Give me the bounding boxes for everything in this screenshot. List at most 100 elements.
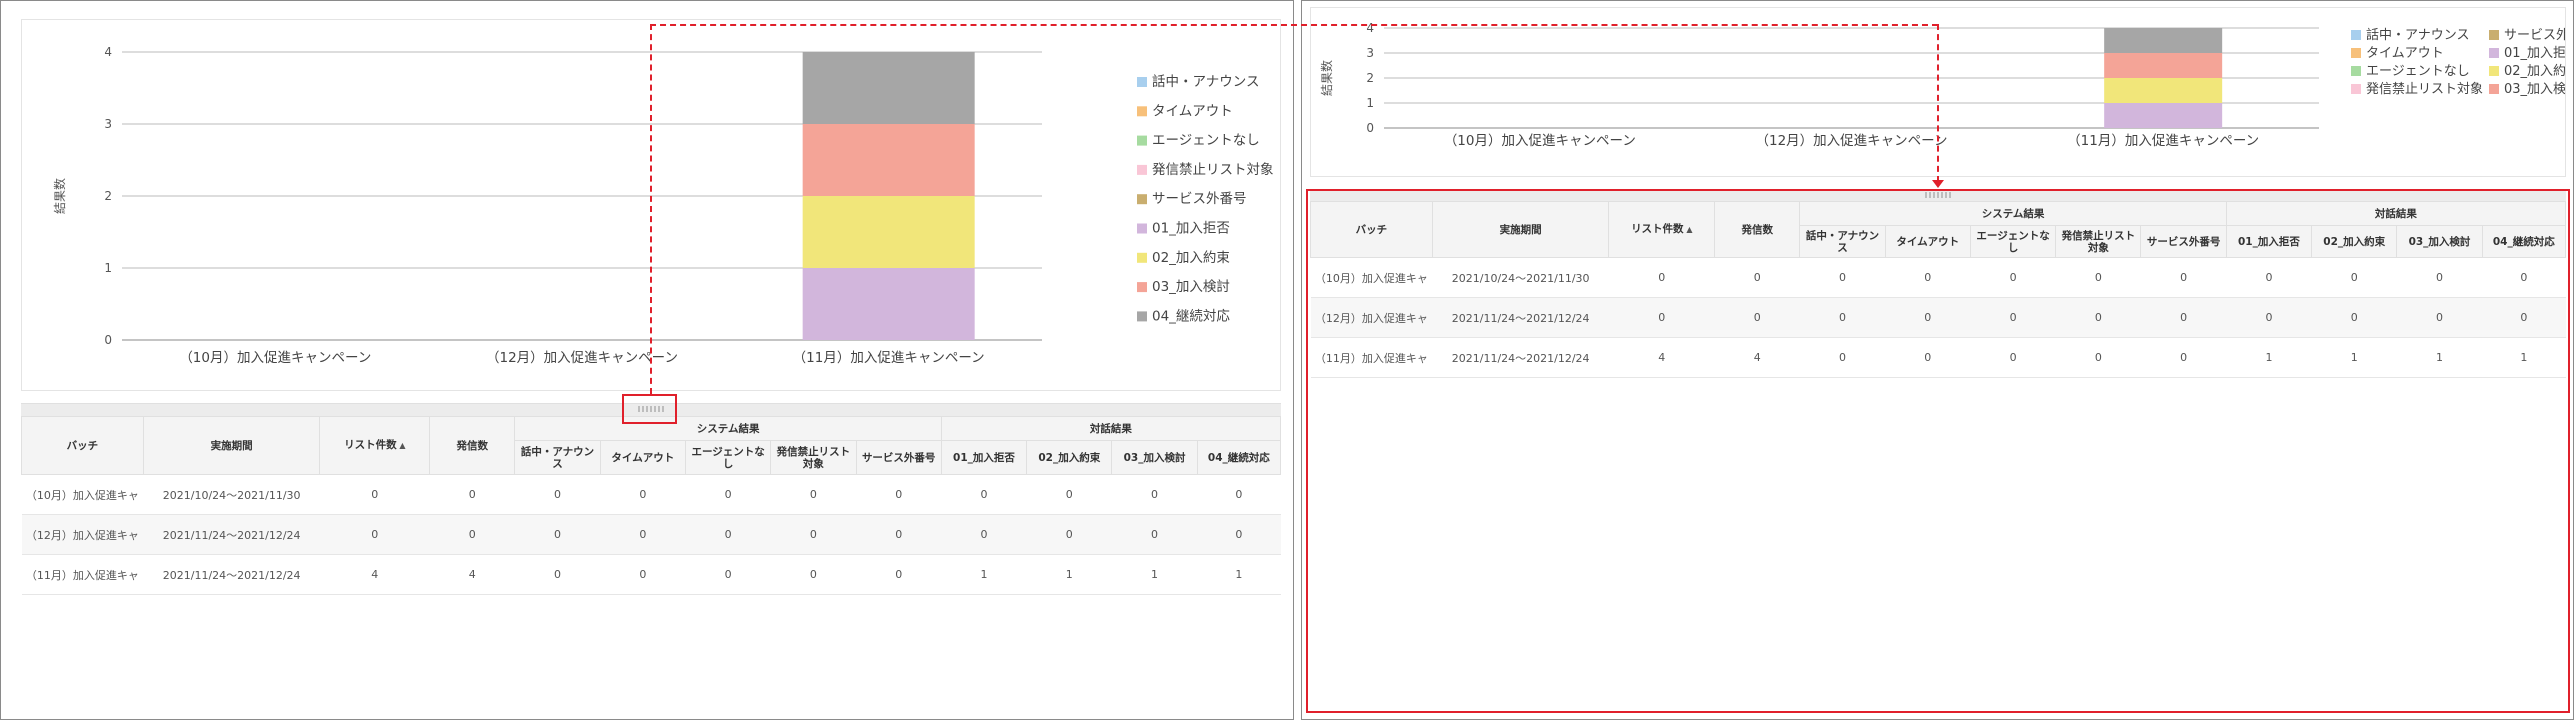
legend-label: 話中・アナウンス: [1152, 73, 1259, 90]
col-header-list-count[interactable]: リスト件数 ▲: [319, 416, 431, 475]
cell-period: 2021/11/24～2021/12/24: [143, 514, 320, 555]
bar-segment: [2104, 78, 2223, 103]
y-tick-label: 0: [1366, 121, 1374, 135]
x-category-label: （11月）加入促進キャンペーン: [793, 350, 985, 366]
cell-value: 0: [770, 514, 857, 555]
y-tick-label: 3: [1366, 46, 1374, 60]
col-header-calls[interactable]: 発信数: [429, 416, 516, 475]
cell-batch: （12月）加入促進キャ: [21, 514, 144, 555]
sort-asc-icon: ▲: [396, 441, 406, 450]
table-area-highlight: [1306, 189, 2570, 713]
col-header[interactable]: タイムアウト: [599, 440, 686, 475]
y-tick-label: 3: [104, 117, 112, 131]
bar-segment: [2104, 103, 2223, 128]
legend-label: 02_加入約束: [2504, 64, 2565, 79]
cell-batch: （11月）加入促進キャ: [21, 554, 144, 595]
y-tick-label: 1: [104, 261, 112, 275]
legend-label: 02_加入約束: [1152, 250, 1230, 266]
y-tick-label: 2: [1366, 71, 1374, 85]
bar-segment: [802, 268, 975, 340]
cell-value: 0: [1026, 474, 1112, 515]
col-header[interactable]: 02_加入約束: [1026, 440, 1113, 475]
y-tick-label: 4: [104, 45, 112, 59]
col-header[interactable]: 01_加入拒否: [940, 440, 1028, 475]
cell-value: 0: [770, 474, 857, 515]
connector-line: [650, 24, 1938, 26]
table-row[interactable]: （12月）加入促進キャ 2021/11/24～2021/12/24 0 0 0 0 0 0 0 0…: [21, 514, 1281, 555]
cell-batch: （10月）加入促進キャ: [21, 474, 144, 515]
legend-label: エージェントなし: [2366, 64, 2470, 79]
x-category-label: （11月）加入促進キャンペーン: [2067, 133, 2259, 149]
bar-segment: [802, 124, 975, 196]
legend-label: 話中・アナウンス: [2366, 27, 2469, 43]
y-axis-label: 結果数: [1319, 60, 1334, 96]
cell-value: 0: [319, 514, 430, 555]
table-row[interactable]: （11月）加入促進キャ 2021/11/24～2021/12/24 4 4 0 0 0 0 0 1…: [21, 554, 1281, 595]
y-tick-label: 1: [1366, 96, 1374, 110]
cell-value: 0: [1197, 474, 1281, 515]
legend-swatch: [2489, 66, 2499, 76]
cell-value: 1: [1026, 554, 1112, 595]
legend-swatch: [2489, 30, 2499, 40]
legend-label: 03_加入検討: [2504, 81, 2565, 97]
cell-value: 0: [685, 474, 771, 515]
col-header[interactable]: 03_加入検討: [1111, 440, 1198, 475]
y-axis-label: 結果数: [52, 178, 67, 214]
cell-value: 0: [514, 554, 601, 595]
bar-segment: [802, 196, 975, 268]
col-header-batch[interactable]: バッチ: [21, 416, 144, 475]
legend-label: 04_継続対応: [1152, 308, 1230, 324]
cell-value: 0: [429, 474, 515, 515]
cell-value: 4: [429, 554, 515, 595]
cell-value: 0: [600, 474, 686, 515]
legend-swatch: [1137, 282, 1147, 293]
col-header[interactable]: 発信禁止リスト対象: [770, 440, 857, 475]
left-panel: 0 1 2 3 4 結果数 （10月）加入促進キャンペーン （12月）加入促進キャンペーン （1…: [0, 0, 1294, 720]
col-header-period[interactable]: 実施期間: [142, 416, 321, 475]
cell-value: 0: [941, 514, 1027, 555]
x-category-label: （10月）加入促進キャンペーン: [179, 350, 371, 366]
legend-swatch: [2351, 30, 2361, 40]
cell-period: 2021/11/24～2021/12/24: [143, 554, 320, 595]
connector-line: [1937, 24, 1939, 182]
cell-value: 0: [685, 514, 771, 555]
legend-label: タイムアウト: [1152, 103, 1233, 119]
col-header[interactable]: エージェントなし: [684, 440, 772, 475]
legend-label: 発信禁止リスト対象: [1152, 162, 1274, 178]
cell-value: 0: [1197, 514, 1281, 555]
results-table: バッチ 実施期間 リスト件数 ▲ 発信数 システム結果 対話結果 話中・アナウンス タイムアウ…: [21, 416, 1282, 595]
cell-value: 0: [1111, 474, 1198, 515]
col-header[interactable]: サービス外番号: [855, 440, 942, 475]
bar-segment: [2104, 53, 2223, 78]
x-category-label: （12月）加入促進キャンペーン: [1755, 133, 1947, 149]
cell-value: 0: [514, 474, 601, 515]
legend-label: 01_加入拒否: [2504, 46, 2565, 61]
legend-label: エージェントなし: [1152, 133, 1260, 149]
legend-swatch: [1137, 311, 1147, 322]
cell-value: 0: [514, 514, 601, 555]
legend-label: 発信禁止リスト対象: [2366, 82, 2483, 97]
table-row[interactable]: （10月）加入促進キャ 2021/10/24～2021/11/30 0 0 0 0 0 0 0 0…: [21, 474, 1281, 515]
legend-swatch: [1137, 106, 1147, 117]
cell-value: 0: [429, 514, 515, 555]
cell-value: 0: [600, 514, 686, 555]
connector-arrow-icon: [1932, 180, 1944, 188]
legend-label: 01_加入拒否: [1152, 221, 1230, 237]
y-tick-label: 0: [104, 333, 112, 347]
cell-value: 0: [685, 554, 771, 595]
legend-swatch: [1137, 252, 1147, 263]
col-header[interactable]: 04_継続対応: [1196, 440, 1282, 475]
legend-swatch: [1137, 135, 1147, 146]
cell-value: 4: [319, 554, 430, 595]
cell-value: 0: [856, 474, 942, 515]
y-tick-label: 2: [104, 189, 112, 203]
legend-label: タイムアウト: [2366, 46, 2444, 61]
cell-value: 0: [1111, 514, 1198, 555]
cell-value: 1: [941, 554, 1027, 595]
legend-swatch: [2489, 84, 2499, 94]
col-header[interactable]: 話中・アナウンス: [514, 440, 601, 475]
splitter-highlight: [622, 394, 677, 424]
bar-segment: [802, 52, 975, 124]
legend-label: サービス外番号: [1152, 191, 1247, 207]
cell-value: 1: [1111, 554, 1198, 595]
